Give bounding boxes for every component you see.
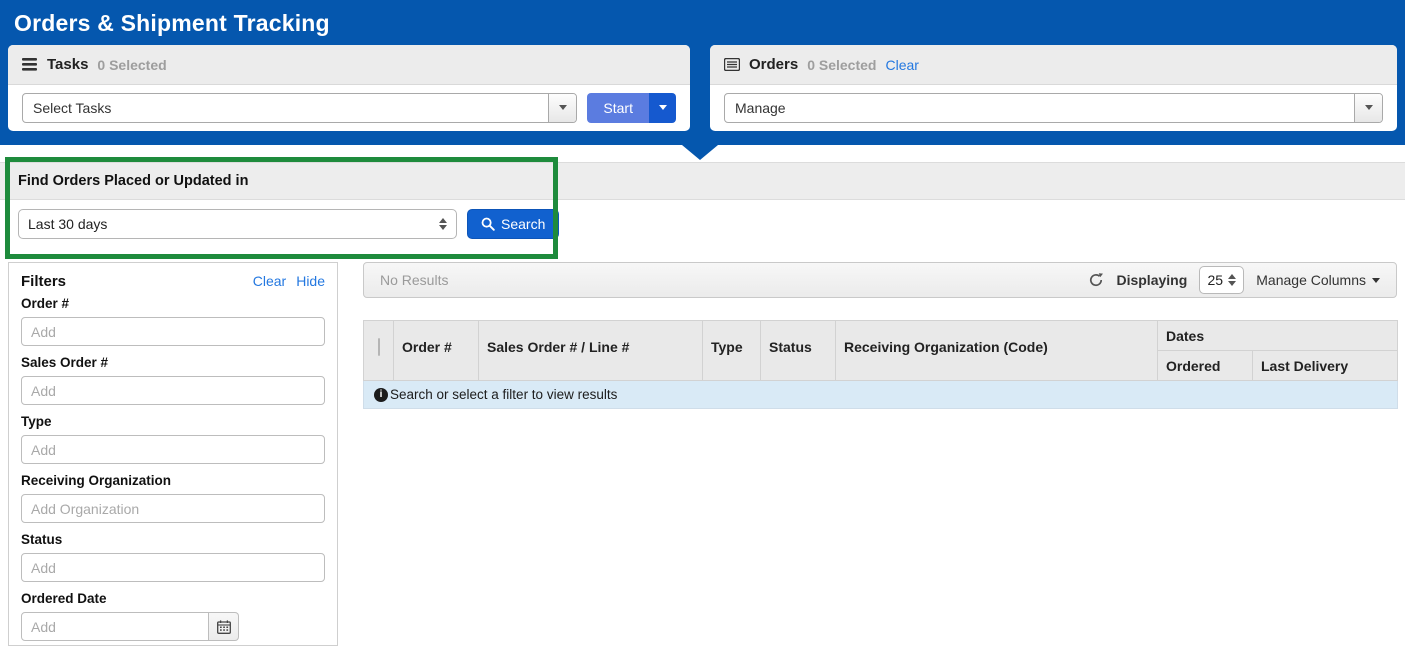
select-tasks-caret-button[interactable] <box>548 94 576 122</box>
order-number-input[interactable] <box>21 317 325 346</box>
chevron-down-icon <box>559 105 567 110</box>
column-header-order-number[interactable]: Order # <box>394 321 479 381</box>
page-size-value: 25 <box>1207 272 1223 288</box>
filters-hide-link[interactable]: Hide <box>296 273 325 289</box>
filter-label-type: Type <box>21 414 325 429</box>
receiving-organization-input[interactable] <box>21 494 325 523</box>
filter-label-status: Status <box>21 532 325 547</box>
find-orders-heading: Find Orders Placed or Updated in <box>0 162 1405 200</box>
start-split-button: Start <box>587 93 676 123</box>
column-header-receiving-organization[interactable]: Receiving Organization (Code) <box>836 321 1158 381</box>
tasks-list-icon <box>22 58 38 71</box>
orders-clear-link[interactable]: Clear <box>885 57 918 73</box>
column-header-status[interactable]: Status <box>761 321 836 381</box>
search-button[interactable]: Search <box>467 209 559 239</box>
type-input[interactable] <box>21 435 325 464</box>
status-input[interactable] <box>21 553 325 582</box>
start-button[interactable]: Start <box>587 93 649 123</box>
orders-panel-title: Orders <box>749 56 798 73</box>
start-caret-button[interactable] <box>649 93 676 123</box>
filter-label-sales-order-number: Sales Order # <box>21 355 325 370</box>
ordered-date-input[interactable] <box>21 612 209 641</box>
find-orders-section: Find Orders Placed or Updated in Last 30… <box>0 162 1405 248</box>
manage-columns-label: Manage Columns <box>1256 272 1366 288</box>
orders-panel: Orders 0 Selected Clear Manage <box>710 45 1397 131</box>
orders-panel-body: Manage <box>710 85 1397 130</box>
orders-panel-header: Orders 0 Selected Clear <box>710 45 1397 85</box>
page-size-select[interactable]: 25 <box>1199 266 1244 294</box>
calendar-button[interactable] <box>209 612 239 641</box>
empty-results-row: i Search or select a filter to view resu… <box>364 381 1398 409</box>
column-header-ordered[interactable]: Ordered <box>1158 351 1253 381</box>
tasks-panel: Tasks 0 Selected Select Tasks Start <box>8 45 690 131</box>
orders-manage-dropdown[interactable]: Manage <box>724 93 1383 123</box>
app-header: Orders & Shipment Tracking Tasks 0 Selec… <box>0 0 1405 145</box>
select-all-cell <box>364 321 394 381</box>
info-icon: i <box>374 388 388 402</box>
header-pointer-notch <box>682 145 718 160</box>
tasks-panel-title: Tasks <box>47 56 88 73</box>
filter-label-order-number: Order # <box>21 296 325 311</box>
chevron-down-icon <box>1372 278 1380 283</box>
orders-selected-count: 0 Selected <box>807 57 876 73</box>
column-header-type[interactable]: Type <box>703 321 761 381</box>
search-icon <box>481 217 495 231</box>
date-range-value: Last 30 days <box>28 216 439 232</box>
empty-results-message: Search or select a filter to view result… <box>390 387 617 402</box>
chevron-down-icon <box>1365 105 1373 110</box>
calendar-icon <box>217 620 231 634</box>
manage-columns-dropdown[interactable]: Manage Columns <box>1256 272 1380 288</box>
filters-sidebar: Filters Clear Hide Order # Sales Order #… <box>8 262 338 646</box>
tasks-panel-body: Select Tasks Start <box>8 85 690 130</box>
column-header-last-delivery[interactable]: Last Delivery <box>1253 351 1398 381</box>
orders-list-icon <box>724 58 740 71</box>
orders-manage-value: Manage <box>725 94 1354 122</box>
tasks-selected-count: 0 Selected <box>97 57 166 73</box>
orders-shipment-tracking-page: Orders & Shipment Tracking Tasks 0 Selec… <box>0 0 1405 643</box>
orders-manage-caret-button[interactable] <box>1354 94 1382 122</box>
displaying-label: Displaying <box>1116 272 1187 288</box>
refresh-icon[interactable] <box>1088 272 1104 288</box>
select-arrows-icon <box>1228 274 1236 286</box>
column-group-dates: Dates <box>1158 321 1398 351</box>
filter-label-ordered-date: Ordered Date <box>21 591 325 606</box>
select-tasks-dropdown[interactable]: Select Tasks <box>22 93 577 123</box>
filter-label-receiving-organization: Receiving Organization <box>21 473 325 488</box>
select-all-checkbox[interactable] <box>378 338 380 356</box>
chevron-down-icon <box>659 105 667 110</box>
find-orders-controls: Last 30 days Search <box>0 200 1405 248</box>
tasks-panel-header: Tasks 0 Selected <box>8 45 690 85</box>
results-status-text: No Results <box>380 272 448 288</box>
search-button-label: Search <box>501 216 545 232</box>
select-tasks-value: Select Tasks <box>23 94 548 122</box>
date-range-select[interactable]: Last 30 days <box>18 209 457 239</box>
results-toolbar: No Results Displaying 25 Manage Columns <box>363 262 1397 298</box>
filters-title: Filters <box>21 273 66 290</box>
page-title: Orders & Shipment Tracking <box>0 0 1405 37</box>
sales-order-number-input[interactable] <box>21 376 325 405</box>
column-header-sales-order-line[interactable]: Sales Order # / Line # <box>479 321 703 381</box>
filters-clear-link[interactable]: Clear <box>253 273 286 289</box>
results-table: Order # Sales Order # / Line # Type Stat… <box>363 320 1398 409</box>
select-arrows-icon <box>439 218 447 230</box>
